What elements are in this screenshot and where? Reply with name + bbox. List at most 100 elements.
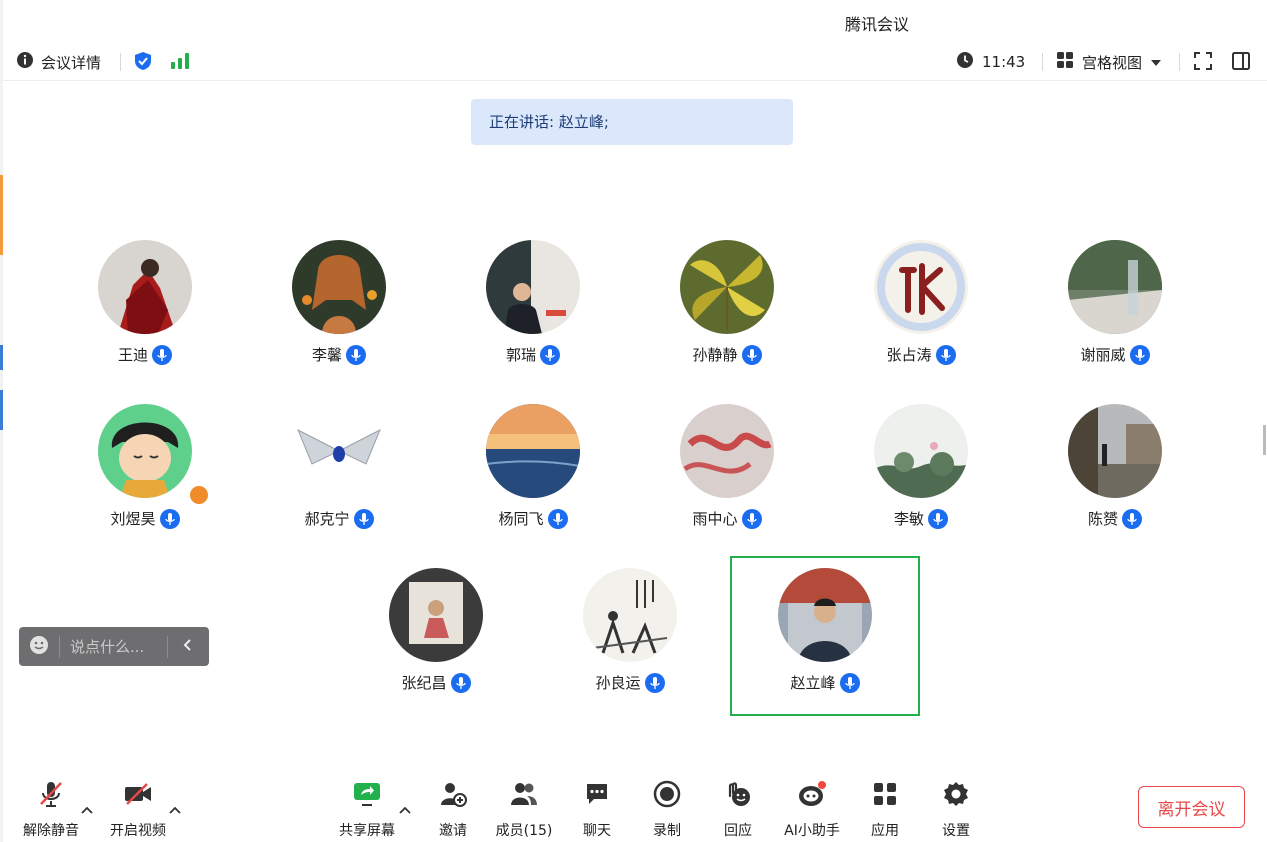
- chevron-left-icon[interactable]: [182, 637, 192, 656]
- avatar: [486, 240, 580, 334]
- chat-placeholder: 说点什么...: [70, 638, 145, 656]
- participant-tile[interactable]: 孙静静: [632, 240, 822, 390]
- participant-tile[interactable]: 孙良运: [535, 568, 725, 718]
- microphone-icon: [547, 508, 568, 529]
- microphone-icon: [935, 344, 956, 365]
- ai-assistant-label: AI小助手: [784, 823, 840, 839]
- unmute-button[interactable]: 解除静音: [20, 770, 82, 842]
- clock-icon: [956, 51, 974, 73]
- share-screen-icon: [353, 781, 381, 811]
- members-icon: [509, 781, 539, 811]
- participant-tile[interactable]: 郝克宁: [244, 404, 434, 554]
- participant-tile[interactable]: 王迪: [50, 240, 240, 390]
- participant-tile[interactable]: 张纪昌: [341, 568, 531, 718]
- microphone-icon: [540, 344, 560, 365]
- side-panel-icon[interactable]: [1231, 51, 1251, 71]
- meeting-details-label: 会议详情: [41, 53, 102, 72]
- signal-strength-icon[interactable]: [170, 52, 190, 69]
- fullscreen-icon[interactable]: [1193, 51, 1213, 71]
- participant-name: 张纪昌: [401, 674, 447, 692]
- participant-tile[interactable]: 谢丽威: [1020, 240, 1210, 390]
- ai-assistant-icon: [796, 780, 828, 812]
- microphone-muted-icon: [38, 780, 64, 812]
- avatar: [1068, 404, 1162, 498]
- participant-name: 李馨: [311, 346, 342, 364]
- unmute-label: 解除静音: [23, 823, 79, 839]
- chat-label: 聊天: [583, 823, 611, 839]
- share-options-chevron-up-icon[interactable]: [399, 799, 411, 818]
- participant-name: 李敏: [893, 510, 924, 528]
- share-screen-label: 共享屏幕: [339, 823, 395, 839]
- record-icon: [653, 780, 681, 812]
- window-titlebar: 腾讯会议: [3, 0, 1267, 43]
- meeting-clock: 11:43: [956, 51, 1025, 73]
- video-options-chevron-up-icon[interactable]: [169, 799, 181, 818]
- participant-name: 杨同飞: [498, 510, 544, 528]
- participant-name: 雨中心: [692, 510, 738, 528]
- settings-label: 设置: [942, 823, 970, 839]
- speaking-indicator: 正在讲话: 赵立峰;: [471, 99, 793, 145]
- participant-tile[interactable]: 陈赟: [1020, 404, 1210, 554]
- meeting-topbar: 会议详情 11:43 宫格视图: [3, 42, 1267, 81]
- share-screen-button[interactable]: 共享屏幕: [336, 770, 398, 842]
- caret-down-icon: [1150, 53, 1162, 71]
- avatar: [874, 240, 968, 334]
- avatar: [583, 568, 677, 662]
- participant-tile[interactable]: 张占涛: [826, 240, 1016, 390]
- avatar: [680, 240, 774, 334]
- settings-button[interactable]: 设置: [926, 770, 986, 842]
- ai-assistant-button[interactable]: AI小助手: [779, 770, 845, 842]
- participant-name: 郝克宁: [304, 510, 350, 528]
- members-label: 成员(15): [495, 823, 553, 839]
- avatar: [1068, 240, 1162, 334]
- avatar: [292, 240, 386, 334]
- participant-tile[interactable]: 李馨: [244, 240, 434, 390]
- apps-label: 应用: [871, 823, 899, 839]
- active-speaker-frame: [730, 556, 920, 716]
- participant-tile[interactable]: 雨中心: [632, 404, 822, 554]
- participant-tile[interactable]: 李敏: [826, 404, 1016, 554]
- microphone-icon: [159, 508, 180, 529]
- meeting-details-button[interactable]: 会议详情: [16, 51, 101, 73]
- view-mode-label: 宫格视图: [1082, 53, 1143, 72]
- participant-tile[interactable]: 刘煜昊: [50, 404, 240, 554]
- avatar: [486, 404, 580, 498]
- microphone-icon: [450, 672, 471, 693]
- reactions-button[interactable]: 回应: [708, 770, 768, 842]
- start-video-button[interactable]: 开启视频: [107, 770, 169, 842]
- invite-label: 邀请: [439, 823, 467, 839]
- emoji-icon[interactable]: [29, 635, 49, 659]
- meeting-toolbar: 解除静音 开启视频 共享屏幕 邀请 成员(15) 聊天 录制 回应 AI小助手 …: [3, 770, 1267, 842]
- hand-wave-icon: [724, 780, 752, 812]
- avatar: [389, 568, 483, 662]
- quick-chat-input[interactable]: 说点什么...: [19, 627, 209, 666]
- participant-tile[interactable]: 郭瑞: [438, 240, 628, 390]
- scrollbar-handle[interactable]: [1263, 425, 1266, 455]
- audio-options-chevron-up-icon[interactable]: [81, 799, 93, 818]
- info-icon: [16, 51, 34, 73]
- security-shield-icon[interactable]: [134, 51, 152, 71]
- host-badge-icon: [188, 484, 210, 506]
- members-button[interactable]: 成员(15): [494, 770, 554, 842]
- participant-name: 王迪: [117, 346, 148, 364]
- participant-name: 刘煜昊: [110, 510, 156, 528]
- start-video-label: 开启视频: [110, 823, 166, 839]
- reactions-label: 回应: [724, 823, 752, 839]
- apps-grid-icon: [872, 781, 898, 811]
- left-edge: [0, 0, 3, 842]
- participant-name: 郭瑞: [505, 346, 536, 364]
- leave-meeting-button[interactable]: 离开会议: [1138, 786, 1245, 828]
- chat-button[interactable]: 聊天: [567, 770, 627, 842]
- microphone-icon: [1129, 344, 1150, 365]
- participant-tile[interactable]: 杨同飞: [438, 404, 628, 554]
- avatar: [680, 404, 774, 498]
- invite-button[interactable]: 邀请: [423, 770, 483, 842]
- view-mode-dropdown[interactable]: 宫格视图: [1056, 51, 1162, 73]
- record-button[interactable]: 录制: [637, 770, 697, 842]
- apps-button[interactable]: 应用: [855, 770, 915, 842]
- record-label: 录制: [653, 823, 681, 839]
- avatar: [874, 404, 968, 498]
- microphone-icon: [741, 344, 762, 365]
- add-user-icon: [439, 781, 467, 811]
- participant-name: 孙良运: [595, 674, 641, 692]
